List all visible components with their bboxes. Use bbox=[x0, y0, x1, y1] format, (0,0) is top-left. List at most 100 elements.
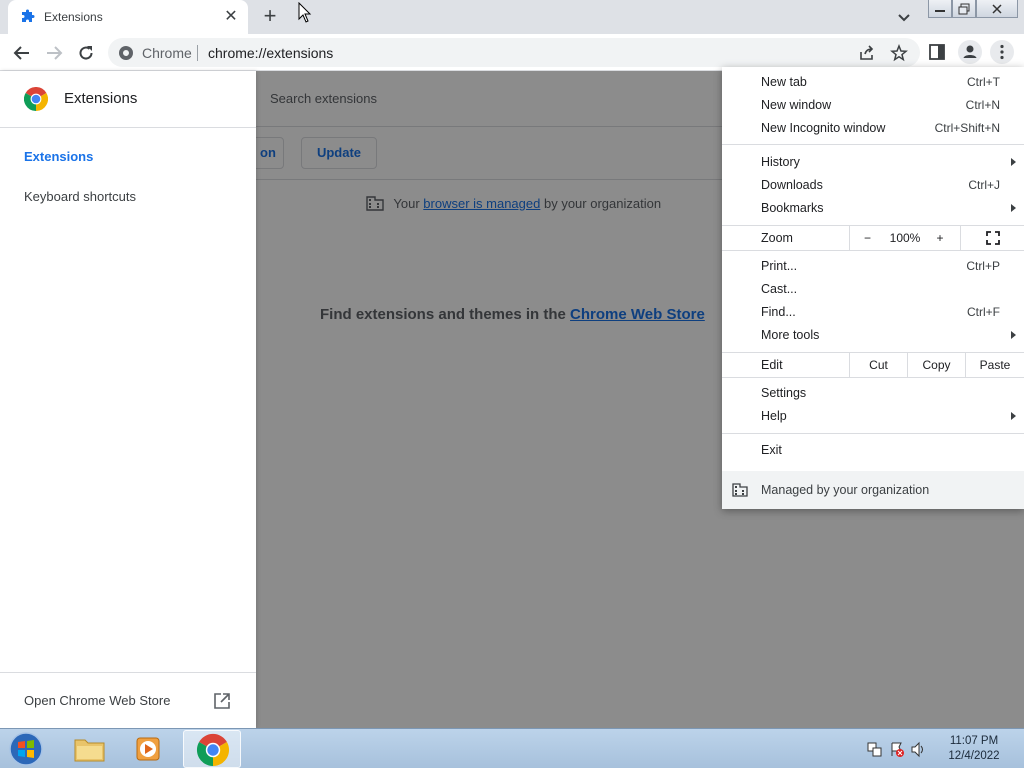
menu-label: New tab bbox=[761, 75, 807, 89]
taskbar-media-player[interactable] bbox=[120, 730, 178, 768]
taskbar-file-explorer[interactable] bbox=[60, 730, 118, 768]
submenu-arrow-icon bbox=[1011, 331, 1016, 339]
system-tray bbox=[866, 739, 928, 762]
menu-item-new-incognito-window[interactable]: New Incognito window Ctrl+Shift+N bbox=[722, 117, 1024, 140]
reload-icon bbox=[79, 46, 93, 60]
edit-label: Edit bbox=[761, 358, 783, 372]
menu-label: Exit bbox=[761, 443, 782, 457]
taskbar-clock[interactable]: 11:07 PM 12/4/2022 bbox=[930, 734, 1018, 764]
open-web-store-row[interactable]: Open Chrome Web Store bbox=[0, 672, 256, 728]
start-button[interactable] bbox=[6, 731, 46, 767]
menu-item-exit[interactable]: Exit bbox=[722, 439, 1024, 462]
menu-label: Bookmarks bbox=[761, 201, 824, 215]
cut-button[interactable]: Cut bbox=[849, 353, 907, 377]
media-player-icon bbox=[136, 737, 160, 761]
minimize-button[interactable] bbox=[928, 0, 952, 18]
restore-icon bbox=[958, 3, 970, 15]
paste-button[interactable]: Paste bbox=[965, 353, 1024, 377]
omnibox-chip: Chrome bbox=[142, 45, 192, 61]
fullscreen-button[interactable] bbox=[960, 226, 1024, 250]
forward-arrow-icon bbox=[47, 46, 63, 60]
windows-taskbar: 11:07 PM 12/4/2022 bbox=[0, 728, 1024, 768]
omnibox-separator bbox=[197, 45, 198, 61]
back-button[interactable] bbox=[9, 40, 35, 66]
menu-label: New window bbox=[761, 98, 832, 112]
external-link-icon bbox=[214, 693, 230, 709]
volume-icon bbox=[911, 741, 923, 758]
folder-icon bbox=[74, 739, 105, 762]
browser-toolbar: Chrome chrome://extensions bbox=[0, 34, 1024, 71]
drawer-header: Extensions bbox=[0, 71, 256, 128]
managed-label: Managed by your organization bbox=[761, 483, 930, 497]
menu-label: History bbox=[761, 155, 800, 169]
open-web-store-label: Open Chrome Web Store bbox=[24, 693, 171, 708]
side-panel-icon[interactable] bbox=[928, 43, 946, 61]
action-center-icon bbox=[891, 742, 904, 757]
clock-time: 11:07 PM bbox=[949, 735, 999, 747]
menu-separator bbox=[722, 377, 1024, 378]
menu-shortcut: Ctrl+J bbox=[968, 178, 1000, 192]
chrome-menu-button[interactable] bbox=[990, 40, 1014, 64]
menu-label: More tools bbox=[761, 328, 820, 342]
menu-item-new-tab[interactable]: New tab Ctrl+T bbox=[722, 71, 1024, 94]
menu-item-more-tools[interactable]: More tools bbox=[722, 324, 1024, 347]
close-icon bbox=[992, 4, 1002, 14]
url-text[interactable]: chrome://extensions bbox=[208, 45, 333, 61]
sidebar-item-keyboard-shortcuts[interactable]: Keyboard shortcuts bbox=[24, 189, 136, 204]
chevron-down-icon[interactable] bbox=[894, 7, 914, 27]
menu-shortcut: Ctrl+T bbox=[967, 75, 1000, 89]
address-bar[interactable]: Chrome chrome://extensions bbox=[108, 38, 920, 67]
share-icon[interactable] bbox=[858, 44, 876, 62]
menu-item-downloads[interactable]: Downloads Ctrl+J bbox=[722, 174, 1024, 197]
profile-button[interactable] bbox=[958, 40, 982, 64]
windows-logo-icon bbox=[9, 732, 43, 766]
extensions-drawer: Extensions Extensions Keyboard shortcuts… bbox=[0, 71, 256, 728]
chrome-logo-icon bbox=[24, 87, 48, 111]
menu-item-managed[interactable]: Managed by your organization bbox=[722, 471, 1024, 509]
menu-label: Help bbox=[761, 409, 787, 423]
network-icon bbox=[867, 742, 882, 757]
menu-shortcut: Ctrl+Shift+N bbox=[934, 121, 1000, 135]
zoom-row: Zoom − 100% + bbox=[722, 226, 1024, 250]
zoom-out-button[interactable]: − bbox=[849, 226, 885, 250]
menu-separator bbox=[722, 250, 1024, 251]
menu-item-cast[interactable]: Cast... bbox=[722, 278, 1024, 301]
clock-date: 12/4/2022 bbox=[948, 750, 1000, 762]
menu-shortcut: Ctrl+P bbox=[966, 259, 1000, 273]
menu-item-history[interactable]: History bbox=[722, 151, 1024, 174]
new-tab-button[interactable]: + bbox=[258, 5, 282, 29]
menu-shortcut: Ctrl+F bbox=[967, 305, 1000, 319]
person-icon bbox=[963, 45, 977, 58]
menu-label: Downloads bbox=[761, 178, 823, 192]
minimize-icon bbox=[935, 10, 945, 12]
chrome-site-icon bbox=[119, 46, 133, 60]
menu-item-help[interactable]: Help bbox=[722, 405, 1024, 428]
tab-extensions[interactable]: Extensions ✕ bbox=[8, 0, 248, 34]
menu-item-print[interactable]: Print... Ctrl+P bbox=[722, 255, 1024, 278]
chrome-menu: New tab Ctrl+T New window Ctrl+N New Inc… bbox=[722, 67, 1024, 509]
edit-row: Edit Cut Copy Paste bbox=[722, 353, 1024, 377]
menu-label: Settings bbox=[761, 386, 807, 400]
menu-label: Find... bbox=[761, 305, 796, 319]
restore-button[interactable] bbox=[952, 0, 976, 18]
tray-icons bbox=[867, 741, 923, 758]
taskbar-chrome[interactable] bbox=[183, 730, 241, 768]
reload-button[interactable] bbox=[73, 40, 99, 66]
menu-item-new-window[interactable]: New window Ctrl+N bbox=[722, 94, 1024, 117]
mouse-cursor-icon bbox=[298, 2, 312, 23]
close-tab-icon[interactable]: ✕ bbox=[222, 8, 240, 26]
tab-strip: Extensions ✕ + bbox=[0, 0, 1024, 34]
submenu-arrow-icon bbox=[1011, 158, 1016, 166]
copy-button[interactable]: Copy bbox=[907, 353, 965, 377]
close-window-button[interactable] bbox=[976, 0, 1018, 18]
bookmark-star-icon[interactable] bbox=[890, 44, 908, 62]
sidebar-item-extensions[interactable]: Extensions bbox=[24, 149, 93, 164]
zoom-in-button[interactable]: + bbox=[925, 226, 955, 250]
menu-separator bbox=[722, 144, 1024, 145]
menu-label: New Incognito window bbox=[761, 121, 886, 135]
forward-button[interactable] bbox=[41, 40, 67, 66]
menu-item-settings[interactable]: Settings bbox=[722, 382, 1024, 405]
menu-item-find[interactable]: Find... Ctrl+F bbox=[722, 301, 1024, 324]
menu-item-bookmarks[interactable]: Bookmarks bbox=[722, 197, 1024, 220]
puzzle-icon bbox=[22, 9, 35, 22]
